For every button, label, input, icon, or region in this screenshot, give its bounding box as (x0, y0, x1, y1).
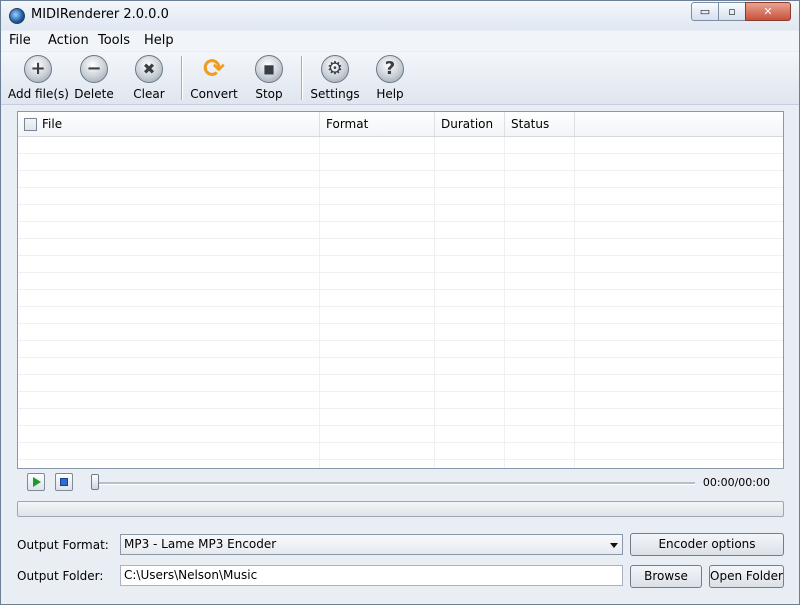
app-window: MIDIRenderer 2.0.0.0 ▭ ▫ ✕ File Action T… (0, 0, 800, 605)
add-files-label: Add file(s) (8, 87, 69, 101)
column-duration[interactable]: Duration (435, 112, 505, 136)
clear-x-icon: ✖ (135, 55, 163, 83)
maximize-button[interactable]: ▫ (718, 2, 746, 21)
window-title: MIDIRenderer 2.0.0.0 (31, 7, 169, 22)
delete-button[interactable]: − Delete (64, 55, 124, 103)
column-divider (574, 137, 575, 468)
settings-label: Settings (310, 87, 360, 101)
help-label: Help (376, 87, 404, 101)
output-format-select[interactable]: MP3 - Lame MP3 Encoder (120, 534, 623, 555)
list-header: File Format Duration Status (18, 112, 783, 137)
stop-square-icon (60, 478, 68, 486)
list-rows (18, 137, 783, 468)
settings-button[interactable]: ⚙ Settings (305, 55, 365, 103)
column-divider (504, 137, 505, 468)
help-question-icon: ? (376, 55, 404, 83)
clear-label: Clear (133, 87, 165, 101)
convert-button[interactable]: ⟳ Convert (184, 55, 244, 103)
column-status[interactable]: Status (505, 112, 575, 136)
output-folder-field[interactable]: C:\Users\Nelson\Music (120, 565, 623, 586)
app-icon (9, 8, 25, 24)
minimize-button[interactable]: ▭ (691, 2, 719, 21)
dropdown-arrow-icon (610, 543, 618, 548)
encoder-options-button[interactable]: Encoder options (630, 533, 784, 556)
file-list[interactable]: File Format Duration Status (17, 111, 784, 469)
output-format-value: MP3 - Lame MP3 Encoder (124, 537, 277, 551)
column-format[interactable]: Format (320, 112, 435, 136)
open-folder-button[interactable]: Open Folder (709, 565, 784, 588)
minimize-icon: ▭ (699, 5, 711, 18)
player-bar: 00:00/00:00 (17, 471, 784, 495)
add-icon: + (24, 55, 52, 83)
convert-refresh-icon: ⟳ (203, 54, 225, 84)
output-format-label: Output Format: (17, 538, 109, 552)
menu-help[interactable]: Help (144, 33, 174, 48)
close-button[interactable]: ✕ (745, 2, 791, 21)
toolbar: + Add file(s) − Delete ✖ Clear ⟳ Convert… (1, 52, 799, 105)
toolbar-separator (301, 56, 303, 100)
column-divider (319, 137, 320, 468)
stop-label: Stop (255, 87, 283, 101)
gear-icon: ⚙ (321, 55, 349, 83)
seek-track[interactable] (97, 482, 695, 485)
help-button[interactable]: ? Help (360, 55, 420, 103)
play-icon (33, 477, 41, 487)
menu-file[interactable]: File (9, 33, 31, 48)
add-files-button[interactable]: + Add file(s) (8, 55, 69, 103)
close-icon: ✕ (763, 5, 773, 18)
clear-button[interactable]: ✖ Clear (119, 55, 179, 103)
menu-bar: File Action Tools Help (1, 31, 799, 51)
toolbar-separator (181, 56, 183, 100)
stop-button[interactable]: ■ Stop (239, 55, 299, 103)
output-folder-label: Output Folder: (17, 569, 104, 583)
browse-button[interactable]: Browse (630, 565, 702, 588)
convert-label: Convert (190, 87, 238, 101)
playback-time: 00:00/00:00 (702, 476, 770, 489)
conversion-progress-bar (17, 501, 784, 517)
delete-label: Delete (74, 87, 114, 101)
title-bar[interactable]: MIDIRenderer 2.0.0.0 ▭ ▫ ✕ (1, 1, 799, 30)
menu-action[interactable]: Action (48, 33, 89, 48)
stop-playback-button[interactable] (55, 473, 73, 491)
column-divider (434, 137, 435, 468)
seek-slider-thumb[interactable] (91, 474, 99, 490)
maximize-icon: ▫ (728, 5, 736, 18)
minus-icon: − (80, 55, 108, 83)
column-file[interactable]: File (18, 112, 320, 136)
menu-tools[interactable]: Tools (98, 33, 130, 48)
stop-icon: ■ (255, 55, 283, 83)
play-button[interactable] (27, 473, 45, 491)
